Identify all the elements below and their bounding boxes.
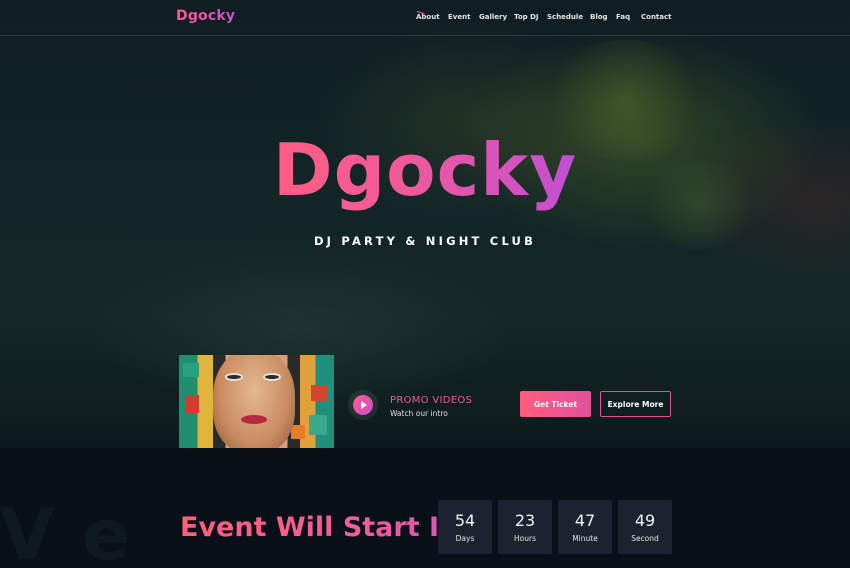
portrait-eye [225,373,243,381]
hero-title-text: Dgocky [272,128,578,212]
portrait-lips [241,415,267,424]
countdown-minutes: 47 Minute [558,500,612,554]
hero-section: Dgocky About Event Gallery Top DJ Schedu… [0,0,850,448]
background-watermark: V e [0,494,133,568]
promo-subtitle: Watch our intro [390,409,448,418]
countdown-label: Second [631,534,659,543]
nav-item-faq[interactable]: Faq [616,13,630,21]
play-icon [353,395,373,415]
mosaic-tile [183,363,199,377]
play-triangle [361,401,367,409]
countdown-label: Days [455,534,475,543]
countdown-value: 54 [454,511,476,530]
nav-item-schedule[interactable]: Schedule [547,13,583,21]
mosaic-tile [291,425,305,439]
hero-subtitle: DJ PARTY & NIGHT CLUB [313,234,537,248]
main-menu: About Event Gallery Top DJ Schedule Blog… [0,13,850,25]
nav-item-about[interactable]: About [416,13,440,21]
get-ticket-button[interactable]: Get Ticket [520,391,591,417]
countdown-seconds: 49 Second [618,500,672,554]
countdown-value: 47 [574,511,596,530]
play-button[interactable] [348,390,378,420]
nav-item-blog[interactable]: Blog [590,13,608,21]
nav-item-contact[interactable]: Contact [641,13,672,21]
top-navbar: Dgocky About Event Gallery Top DJ Schedu… [0,0,850,36]
explore-more-button[interactable]: Explore More [600,391,671,417]
mosaic-tile [309,415,327,435]
countdown-label: Hours [514,534,536,543]
promo-video-thumbnail[interactable] [179,355,334,448]
countdown-days: 54 Days [438,500,492,554]
countdown-heading: Event Will Start In [180,512,459,543]
nav-item-top-dj[interactable]: Top DJ [514,13,539,21]
hero-title: Dgocky [0,134,850,206]
nav-item-event[interactable]: Event [448,13,470,21]
countdown-label: Minute [572,534,598,543]
countdown-value: 49 [634,511,656,530]
mosaic-tile [185,395,199,413]
countdown-value: 23 [514,511,536,530]
promo-title[interactable]: PROMO VIDEOS [390,395,472,406]
portrait-eye [263,373,281,381]
countdown-hours: 23 Hours [498,500,552,554]
mosaic-tile [311,385,327,401]
portrait-face [213,355,295,448]
nav-item-gallery[interactable]: Gallery [479,13,507,21]
